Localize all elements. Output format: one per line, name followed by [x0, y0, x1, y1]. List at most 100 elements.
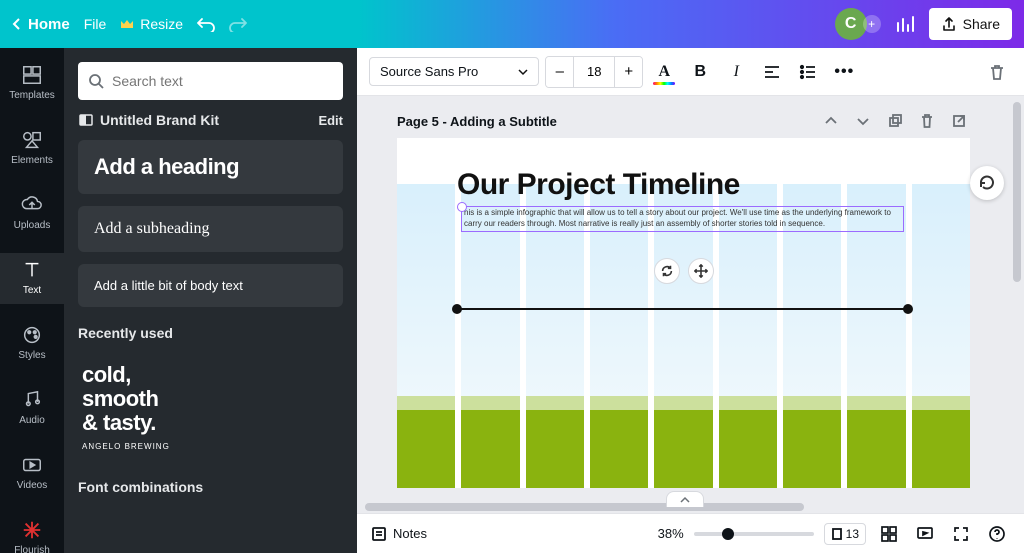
add-collaborator-icon[interactable]: + [863, 15, 881, 33]
rail-text-label: Text [23, 285, 41, 296]
rail-templates-label: Templates [9, 90, 55, 101]
vscroll-thumb[interactable] [1013, 102, 1021, 282]
delete-page-button[interactable] [916, 110, 938, 132]
add-body-card[interactable]: Add a little bit of body text [78, 264, 343, 307]
recently-used-label: Recently used [78, 325, 343, 341]
file-menu[interactable]: File [84, 16, 107, 32]
font-size-input[interactable] [574, 57, 614, 87]
audio-icon [21, 389, 43, 411]
timeline-element[interactable] [457, 308, 908, 310]
templates-icon [21, 64, 43, 86]
rail-text[interactable]: Text [0, 253, 64, 304]
rail-elements-label: Elements [11, 155, 53, 166]
recent-text-caption: ANGELO BREWING [82, 442, 339, 451]
page-count-icon [831, 528, 843, 540]
app-header: Home File Resize C + Share [0, 0, 1024, 48]
crown-icon [120, 18, 134, 30]
hscroll-thumb[interactable] [365, 503, 804, 511]
list-icon [799, 63, 817, 81]
align-button[interactable] [757, 57, 787, 87]
canvas-area: Source Sans Pro – + A B I ••• [357, 48, 1024, 553]
page-label: Page 5 - Adding a Subtitle [397, 114, 557, 129]
chevron-left-icon [12, 17, 22, 31]
share-button[interactable]: Share [929, 8, 1012, 40]
more-button[interactable]: ••• [829, 57, 859, 87]
rail-elements[interactable]: Elements [0, 123, 64, 174]
share-label: Share [963, 16, 1000, 32]
fullscreen-button[interactable] [948, 521, 974, 547]
uploads-icon [21, 194, 43, 216]
resize-button[interactable]: Resize [120, 16, 183, 32]
trash-icon [988, 63, 1006, 81]
help-button[interactable] [984, 521, 1010, 547]
undo-icon [197, 16, 215, 32]
bottom-bar: Notes 38% 13 [357, 513, 1024, 553]
zoom-thumb[interactable] [722, 528, 734, 540]
rail-audio-label: Audio [19, 415, 45, 426]
text-color-button[interactable]: A [649, 57, 679, 87]
font-family-select[interactable]: Source Sans Pro [369, 57, 539, 86]
rail-styles[interactable]: Styles [0, 318, 64, 369]
zoom-value: 38% [658, 526, 684, 541]
page-up-button[interactable] [820, 110, 842, 132]
page-title[interactable]: Our Project Timeline [457, 168, 740, 202]
edit-brand-kit[interactable]: Edit [318, 113, 343, 128]
resize-label: Resize [140, 16, 183, 32]
rail-uploads[interactable]: Uploads [0, 188, 64, 239]
bold-button[interactable]: B [685, 57, 715, 87]
add-heading-card[interactable]: Add a heading [78, 140, 343, 194]
open-page-button[interactable] [948, 110, 970, 132]
recent-text-big: cold, smooth & tasty. [82, 363, 339, 436]
delete-button[interactable] [982, 57, 1012, 87]
redo-button[interactable] [229, 16, 247, 32]
vertical-scrollbar[interactable] [1012, 102, 1022, 507]
rail-templates[interactable]: Templates [0, 58, 64, 109]
search-input[interactable] [112, 73, 333, 89]
page-count-button[interactable]: 13 [824, 523, 866, 545]
stage: Page 5 - Adding a Subtitle [357, 96, 1024, 513]
rail-flourish[interactable]: Flourish [0, 513, 64, 553]
grid-view-button[interactable] [876, 521, 902, 547]
recent-text-item[interactable]: cold, smooth & tasty. ANGELO BREWING [78, 353, 343, 461]
italic-button[interactable]: I [721, 57, 751, 87]
list-button[interactable] [793, 57, 823, 87]
insights-button[interactable] [895, 14, 915, 34]
page-down-button[interactable] [852, 110, 874, 132]
move-button[interactable] [688, 258, 714, 284]
floating-tools [654, 258, 714, 284]
font-size-decrease[interactable]: – [546, 57, 574, 87]
duplicate-page-button[interactable] [884, 110, 906, 132]
rail-audio[interactable]: Audio [0, 383, 64, 434]
home-label: Home [28, 16, 70, 33]
collaborators[interactable]: C + [835, 8, 881, 40]
canvas-page[interactable]: Our Project Timeline his is a simple inf… [397, 138, 970, 488]
notes-icon [371, 526, 387, 542]
rail-videos-label: Videos [17, 480, 47, 491]
search-input-wrap[interactable] [78, 62, 343, 100]
chart-icon [895, 14, 915, 34]
horizontal-scrollbar[interactable] [365, 501, 1004, 513]
text-panel: Untitled Brand Kit Edit Add a heading Ad… [64, 48, 357, 553]
notes-button[interactable]: Notes [371, 526, 427, 542]
font-combinations-label: Font combinations [78, 479, 343, 495]
styles-icon [21, 324, 43, 346]
assist-fab[interactable] [970, 166, 1004, 200]
zoom-slider[interactable] [694, 532, 814, 536]
add-subheading-card[interactable]: Add a subheading [78, 206, 343, 252]
undo-button[interactable] [197, 16, 215, 32]
font-size-increase[interactable]: + [614, 57, 642, 87]
chevron-down-icon [518, 67, 528, 77]
present-button[interactable] [912, 521, 938, 547]
rail-videos[interactable]: Videos [0, 448, 64, 499]
page-strip-toggle[interactable] [666, 491, 704, 507]
font-name: Source Sans Pro [380, 64, 478, 79]
selected-subtitle[interactable]: his is a simple infographic that will al… [461, 206, 904, 232]
rail-styles-label: Styles [18, 350, 45, 361]
avatar: C [835, 8, 867, 40]
rail-uploads-label: Uploads [14, 220, 51, 231]
sync-button[interactable] [654, 258, 680, 284]
home-button[interactable]: Home [12, 16, 70, 33]
align-icon [763, 63, 781, 81]
redo-icon [229, 16, 247, 32]
avatar-initial: C [845, 15, 857, 33]
